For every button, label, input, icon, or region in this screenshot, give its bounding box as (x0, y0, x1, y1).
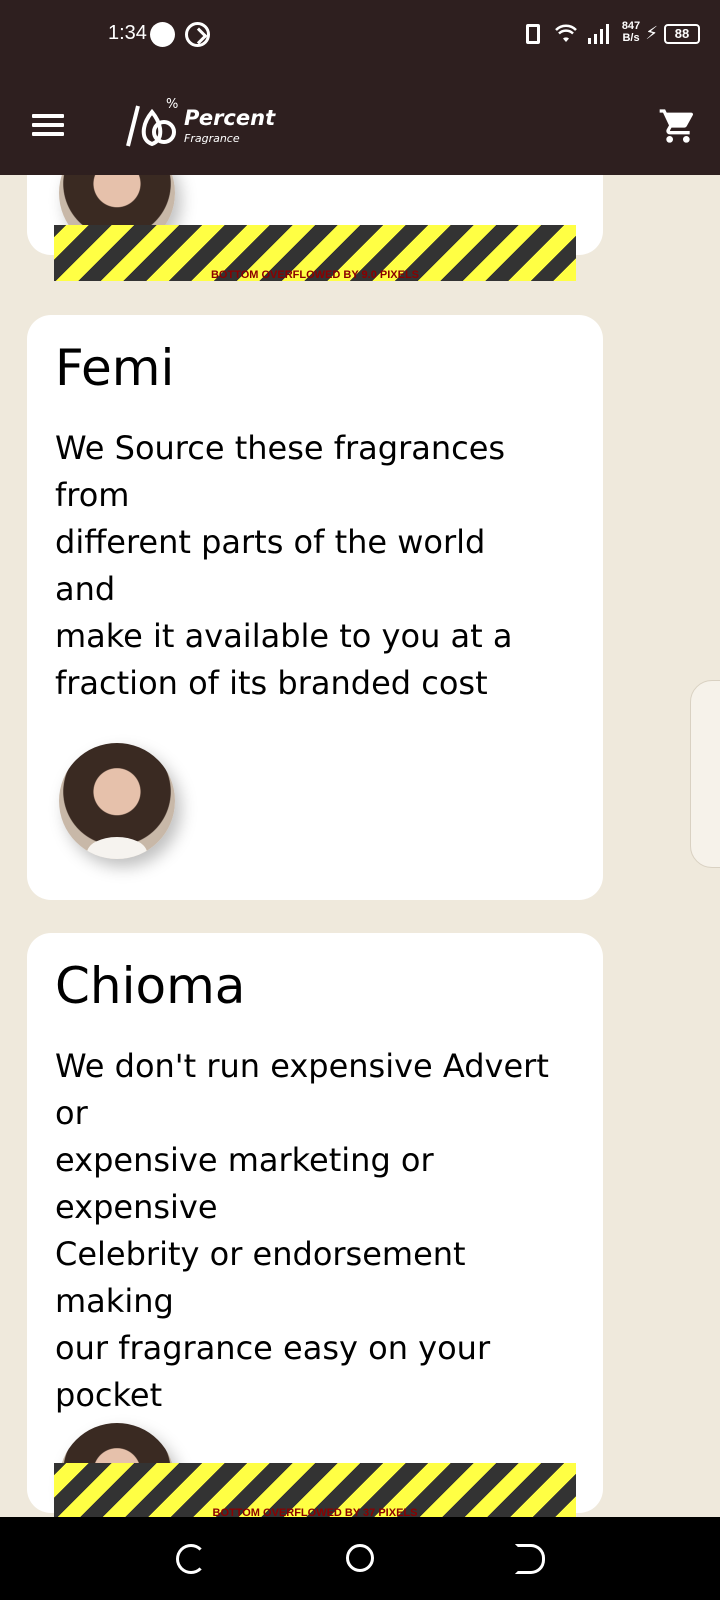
brand-subtitle: Fragrance (184, 132, 240, 145)
testimonial-card: Chioma We don't run expensive Advert or … (27, 933, 603, 1513)
testimonial-name: Femi (55, 339, 175, 397)
back-button[interactable] (515, 1544, 545, 1574)
status-indicators: 847 B/s ⚡ 88 (500, 20, 700, 50)
signal-icon (588, 24, 609, 44)
navigation-app-icon (185, 22, 210, 47)
notification-dot-icon (150, 22, 175, 47)
overflow-warning-stripe: BOTTOM OVERFLOWED BY 9.0 PIXELS (54, 225, 576, 281)
charging-bolt-icon: ⚡ (645, 23, 658, 44)
avatar (59, 743, 175, 859)
net-speed-unit: B/s (622, 32, 640, 44)
home-button[interactable] (346, 1544, 374, 1572)
recent-apps-button[interactable] (176, 1544, 206, 1574)
net-speed: 847 B/s (614, 20, 648, 44)
system-nav-bar (0, 1517, 720, 1600)
testimonials-list[interactable]: BOTTOM OVERFLOWED BY 9.0 PIXELS Femi We … (0, 175, 720, 1517)
side-drawer-handle[interactable] (690, 680, 720, 868)
testimonial-name: Chioma (55, 957, 246, 1015)
brand-logo: % Percent Fragrance (122, 96, 276, 156)
logo-mark-icon: % (126, 97, 178, 147)
overflow-label: BOTTOM OVERFLOWED BY 37 PIXELS (212, 1507, 418, 1517)
svg-text:%: % (166, 97, 178, 112)
testimonial-text: We Source these fragrances from differen… (55, 429, 513, 702)
wifi-icon (555, 24, 577, 42)
brand-name: Percent (184, 106, 276, 130)
vibrate-icon (526, 24, 540, 44)
net-speed-value: 847 (621, 20, 641, 32)
testimonial-text: We don't run expensive Advert or expensi… (55, 1047, 549, 1414)
status-time: 1:34 (108, 22, 147, 44)
app-bar: % Percent Fragrance (0, 70, 720, 175)
battery-indicator: 88 (664, 24, 700, 44)
overflow-label: BOTTOM OVERFLOWED BY 9.0 PIXELS (210, 269, 419, 281)
cart-icon[interactable] (658, 106, 698, 146)
overflow-warning-stripe: BOTTOM OVERFLOWED BY 37 PIXELS (54, 1463, 576, 1517)
status-bar: 1:34 847 B/s ⚡ 88 (0, 0, 720, 70)
menu-icon[interactable] (32, 114, 64, 136)
testimonial-card: Femi We Source these fragrances from dif… (27, 315, 603, 900)
